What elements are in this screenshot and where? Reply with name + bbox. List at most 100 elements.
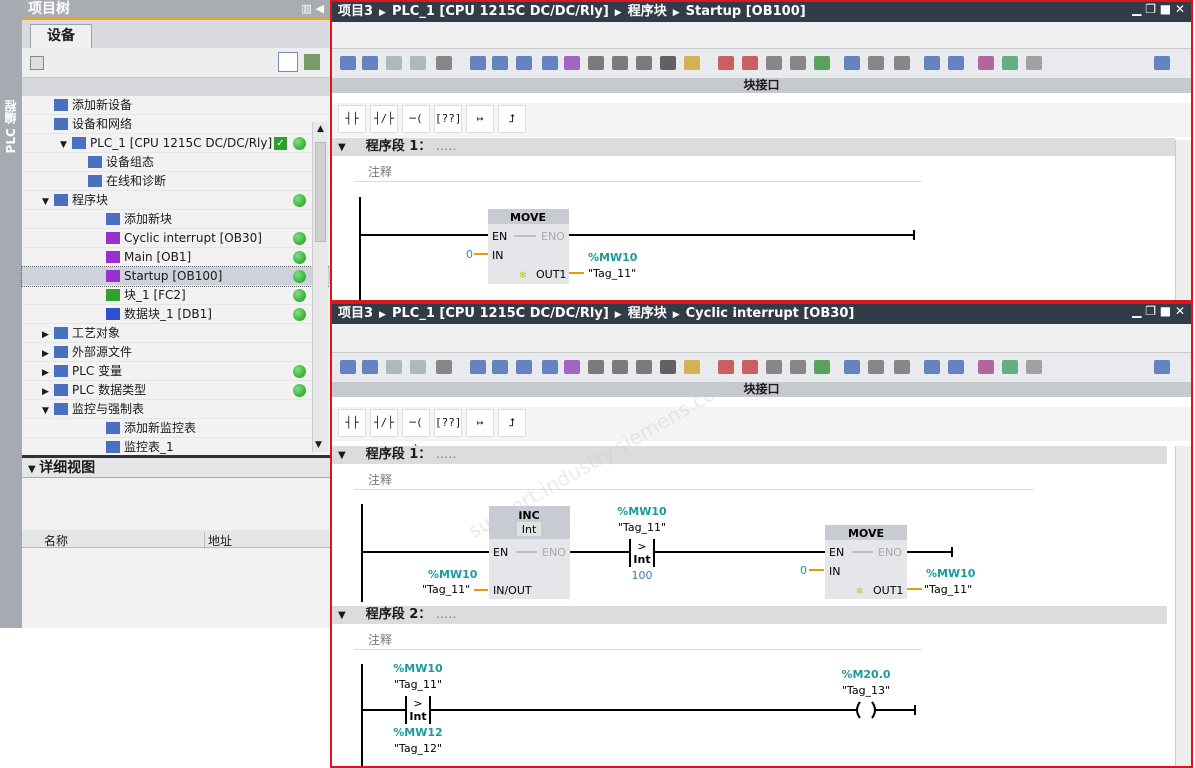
editor-scrollbar[interactable] — [1175, 140, 1191, 300]
tree-item-icon — [54, 194, 68, 206]
svg-text:>: > — [637, 540, 646, 553]
tree-item-icon — [106, 441, 120, 453]
tree-item[interactable]: 设备和网络 — [22, 115, 330, 134]
watermark: support.industry.siemens.com — [464, 372, 737, 543]
tree-item-icon — [106, 270, 120, 282]
compare-contact[interactable]: > Int — [629, 539, 655, 567]
tree-scrollbar[interactable]: ▲ ▼ — [312, 122, 328, 452]
project-tree-title: 项目树 ▥ ◀ — [22, 0, 330, 20]
svg-text:"Tag_13": "Tag_13" — [842, 684, 890, 697]
tree-item[interactable]: ▶ PLC 变量 — [22, 362, 330, 381]
tree-item[interactable]: 添加新监控表 — [22, 419, 330, 438]
tree-item-label: PLC_1 [CPU 1215C DC/DC/Rly] — [90, 136, 273, 150]
svg-text:0: 0 — [800, 564, 807, 577]
tab-devices[interactable]: 设备 — [30, 24, 92, 48]
svg-text:Int: Int — [522, 523, 537, 536]
editor-startup: 项目3 ▶ PLC_1 [CPU 1215C DC/DC/Rly] ▶ 程序块 ▶ Star… — [330, 0, 1193, 302]
tree-item-icon — [106, 232, 120, 244]
svg-text:"Tag_11": "Tag_11" — [618, 521, 666, 534]
tree-item[interactable]: Main [OB1] — [22, 248, 330, 267]
status-ok-icon — [293, 251, 306, 264]
svg-text:MOVE: MOVE — [848, 527, 884, 540]
svg-text:%MW10: %MW10 — [617, 505, 667, 518]
tree-item[interactable]: 设备组态 — [22, 153, 330, 172]
tree-item[interactable]: ▶ 外部源文件 — [22, 343, 330, 362]
tree-item-label: 在线和诊断 — [106, 174, 167, 188]
svg-text:100: 100 — [632, 569, 653, 582]
tree-item-label: PLC 变量 — [72, 364, 123, 378]
tree-item[interactable]: 数据块_1 [DB1] — [22, 305, 330, 324]
tree-item-icon — [72, 137, 86, 149]
status-ok-icon — [293, 137, 306, 150]
tree-item-icon — [54, 118, 68, 130]
svg-text:ENO: ENO — [878, 546, 902, 559]
side-strip-label: PLC 编程 — [4, 100, 18, 154]
status-ok-icon — [293, 270, 306, 283]
collapse-icon[interactable]: ▥ ◀ — [301, 0, 324, 18]
editor-cyclic-interrupt: 项目3 ▶ PLC_1 [CPU 1215C DC/DC/Rly] ▶ 程序块 ▶ Cycl… — [330, 302, 1193, 768]
details-view-icon[interactable] — [278, 52, 298, 72]
svg-text:IN/OUT: IN/OUT — [493, 584, 532, 597]
column-name[interactable]: 名称 — [44, 532, 68, 549]
svg-text:0: 0 — [466, 248, 473, 261]
tree-item-icon — [106, 308, 120, 320]
detail-view-title: 详细视图 — [39, 460, 96, 476]
tree-item[interactable]: Startup [OB100] — [21, 266, 331, 287]
ladder-network-1: MOVE EN ENO IN ✻ OUT1 0 %MW10 "Tag_11" — [359, 197, 915, 300]
status-ok-icon — [293, 289, 306, 302]
svg-text:✻: ✻ — [856, 587, 864, 597]
svg-text:MOVE: MOVE — [510, 211, 546, 224]
tree-item[interactable]: ▶ PLC 数据类型 — [22, 381, 330, 400]
tree-list: 添加新设备设备和网络 ▼ PLC_1 [CPU 1215C DC/DC/Rly] ✓ 设… — [21, 96, 331, 457]
editor-scrollbar[interactable] — [1175, 446, 1191, 766]
add-device-icon[interactable] — [30, 56, 44, 70]
tree-item[interactable]: ▼ 程序块 — [22, 191, 330, 210]
ladder-networks: INC Int EN ENO IN/OUT %MW10 "Tag_11" > I… — [361, 372, 976, 766]
tree-item-icon — [106, 289, 120, 301]
tree-item-icon — [54, 99, 68, 111]
tree-item-icon — [88, 156, 102, 168]
svg-text:OUT1: OUT1 — [873, 584, 903, 597]
tree-item-label: 监控与强制表 — [72, 402, 145, 416]
tree-item-label: Main [OB1] — [124, 250, 192, 264]
svg-text:ENO: ENO — [541, 230, 565, 243]
tree-item-icon — [54, 384, 68, 396]
move-box[interactable]: MOVE EN ENO IN ✻ OUT1 — [488, 209, 569, 284]
svg-text:"Tag_11": "Tag_11" — [588, 267, 636, 280]
move-box[interactable]: MOVE EN ENO IN ✻ OUT1 — [825, 525, 907, 599]
tree-item[interactable]: 在线和诊断 — [22, 172, 330, 191]
tree-item-icon — [88, 175, 102, 187]
svg-text:Int: Int — [633, 553, 650, 566]
svg-text:ENO: ENO — [542, 546, 566, 559]
svg-text:EN: EN — [492, 230, 507, 243]
tree-item-icon — [54, 327, 68, 339]
tree-item-label: 设备和网络 — [72, 117, 133, 131]
tree-item-icon — [106, 251, 120, 263]
tree-item-label: 添加新块 — [124, 212, 173, 226]
table-export-icon[interactable] — [304, 54, 320, 70]
tree-item[interactable]: ▼ 监控与强制表 — [22, 400, 330, 419]
svg-text:"Tag_12": "Tag_12" — [394, 742, 442, 755]
column-address[interactable]: 地址 — [204, 532, 232, 549]
tree-item[interactable]: ▼ PLC_1 [CPU 1215C DC/DC/Rly] ✓ — [22, 134, 330, 153]
tree-item[interactable]: 添加新块 — [22, 210, 330, 229]
status-ok-icon — [293, 232, 306, 245]
detail-toggle-icon[interactable]: ▼ — [28, 464, 39, 475]
tree-item[interactable]: ▶ 工艺对象 — [22, 324, 330, 343]
side-strip[interactable]: PLC 编程 — [0, 0, 22, 628]
status-ok-icon — [293, 384, 306, 397]
svg-text:"Tag_11": "Tag_11" — [924, 583, 972, 596]
tree-item-icon — [54, 365, 68, 377]
svg-text:EN: EN — [829, 546, 844, 559]
tree-item-label: PLC 数据类型 — [72, 383, 147, 397]
tree-item-label: 设备组态 — [106, 155, 155, 169]
svg-text:%MW10: %MW10 — [393, 662, 443, 675]
compare-contact[interactable]: > Int — [405, 696, 431, 724]
tree-item-label: 块_1 [FC2] — [124, 288, 186, 302]
tree-item[interactable]: 块_1 [FC2] — [22, 286, 330, 305]
tree-item[interactable]: 添加新设备 — [22, 96, 330, 115]
tree-item[interactable]: Cyclic interrupt [OB30] — [22, 229, 330, 248]
tree-item-icon — [106, 422, 120, 434]
coil[interactable] — [856, 701, 876, 719]
tree-item-label: Cyclic interrupt [OB30] — [124, 231, 262, 245]
